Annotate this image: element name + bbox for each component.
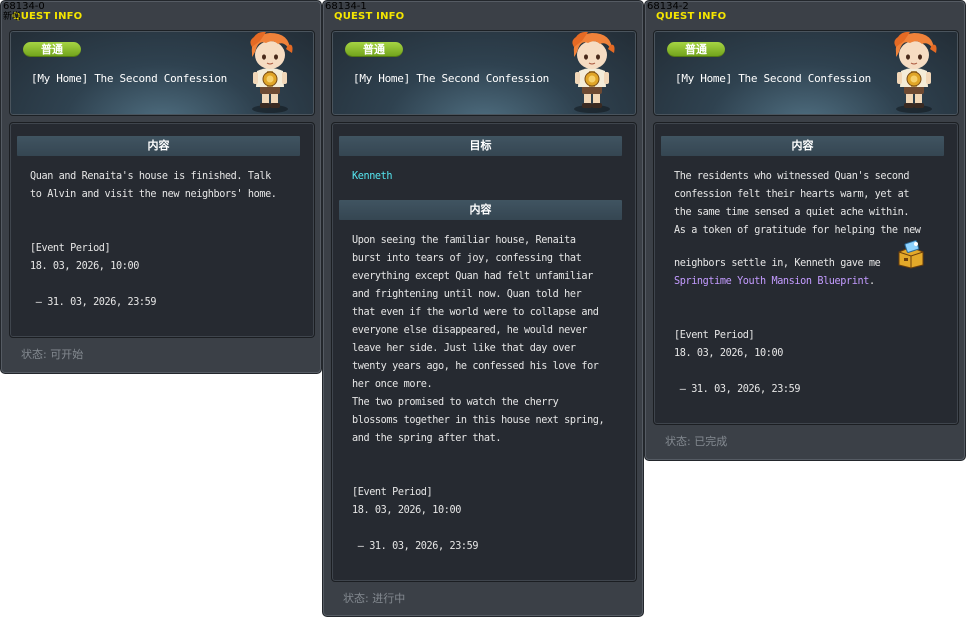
panel-id: 68134-0 [3,1,45,12]
reward-line: Springtime Youth Mansion Blueprint. [674,273,942,291]
event-start-date: 18. 03, 2026, 10:00 [674,348,783,359]
event-period-label: [Event Period] [352,487,433,498]
quest-body: 内容 The residents who witnessed Quan's se… [653,122,959,425]
quest-status: 状态: 已完成 [665,435,728,448]
quest-type-badge: 普通 [345,42,403,57]
quest-body: 内容 Quan and Renaita's house is finished.… [9,122,315,338]
target-section-header: 目标 [339,136,622,156]
quest-name: [My Home] The Second Confession [31,72,227,85]
npc-portrait-icon [893,31,937,113]
blueprint-box-icon[interactable] [896,239,926,269]
target-npc-name[interactable]: Kenneth [352,168,620,186]
content-section-header: 内容 [339,200,622,220]
quest-header: 普通 [My Home] The Second Confession [9,30,315,116]
npc-portrait-icon [571,31,615,113]
quest-info-panel-2: 68134-2 QUEST INFO 普通 [My Home] The Seco… [644,0,966,461]
content-section-header: 内容 [17,136,300,156]
quest-status: 状态: 进行中 [343,592,406,605]
quest-info-panel-0: 68134-0 新增 QUEST INFO 普通 [My Home] The S… [0,0,322,374]
quest-status: 状态: 可开始 [21,348,84,361]
event-end-date: – 31. 03, 2026, 23:59 [674,384,801,395]
event-period-label: [Event Period] [674,330,755,341]
event-end-date: – 31. 03, 2026, 23:59 [30,297,157,308]
npc-portrait-icon [249,31,293,113]
quest-type-badge: 普通 [667,42,725,57]
event-start-date: 18. 03, 2026, 10:00 [30,261,139,272]
reward-suffix: . [868,276,875,287]
quest-name: [My Home] The Second Confession [353,72,549,85]
event-start-date: 18. 03, 2026, 10:00 [352,505,461,516]
event-period-label: [Event Period] [30,243,111,254]
panel-title: QUEST INFO [656,11,727,22]
quest-type-badge: 普通 [23,42,81,57]
content-text: Quan and Renaita's house is finished. Ta… [30,171,277,200]
quest-header: 普通 [My Home] The Second Confession [653,30,959,116]
panel-id: 68134-2 [647,1,689,12]
panel-new-label: 新增 [3,12,22,22]
quest-body: 目标 Kenneth 内容 Upon seeing the familiar h… [331,122,637,582]
quest-info-panel-1: 68134-1 QUEST INFO 普通 [My Home] The Seco… [322,0,644,617]
quest-header: 普通 [My Home] The Second Confession [331,30,637,116]
content-text: Upon seeing the familiar house, Renaita … [352,235,605,444]
quest-name: [My Home] The Second Confession [675,72,871,85]
event-end-date: – 31. 03, 2026, 23:59 [352,541,479,552]
content-section-header: 内容 [661,136,944,156]
content-text: The residents who witnessed Quan's secon… [674,171,921,236]
panel-id: 68134-1 [325,1,367,12]
panel-title: QUEST INFO [12,11,83,22]
reward-item-name[interactable]: Springtime Youth Mansion Blueprint [674,276,869,287]
panel-title: QUEST INFO [334,11,405,22]
